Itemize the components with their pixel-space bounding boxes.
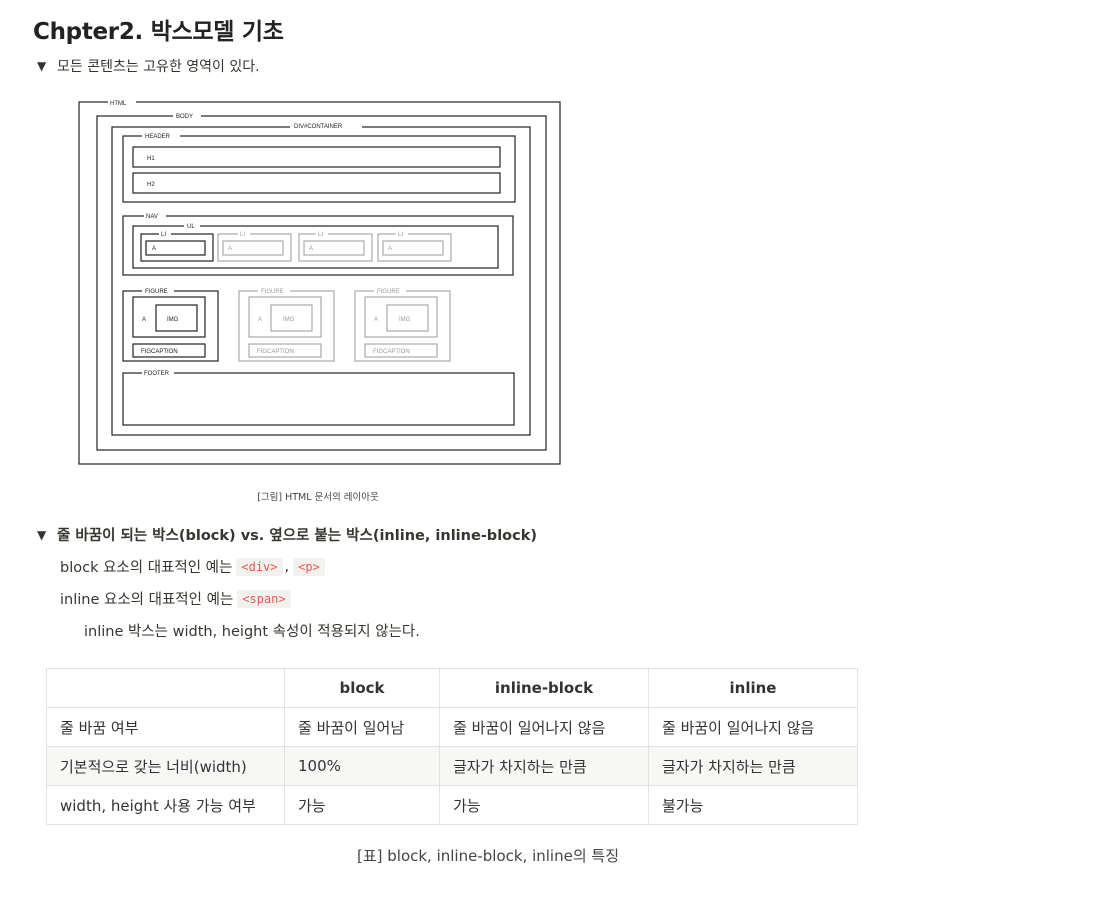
html-layout-diagram: HTML BODY DIV#CONTAINER HEADER H1 H2 NAV…	[78, 99, 561, 465]
block-example-text: block 요소의 대표적인 예는	[60, 560, 233, 576]
label-figcaption: FIGCAPTION	[141, 349, 178, 355]
label-figure: FIGURE	[145, 289, 168, 295]
inline-example-text: inline 요소의 대표적인 예는	[60, 592, 234, 608]
triangle-down-icon[interactable]: ▼	[37, 59, 57, 73]
table-cell: 기본적으로 갖는 너비(width)	[46, 746, 285, 786]
toggle-content-area[interactable]: ▼ 모든 콘텐츠는 고유한 영역이 있다.	[37, 56, 260, 76]
table-header-cell: inline-block	[439, 668, 649, 708]
label-header: HEADER	[145, 134, 171, 140]
label-img: IMG	[167, 317, 179, 323]
table-cell: 100%	[284, 746, 440, 786]
table-cell: 글자가 차지하는 만큼	[648, 746, 858, 786]
table-row: 기본적으로 갖는 너비(width) 100% 글자가 차지하는 만큼 글자가 …	[46, 746, 858, 786]
inline-note: inline 박스는 width, height 속성이 적용되지 않는다.	[84, 624, 420, 640]
inline-example-line: inline 요소의 대표적인 예는 <span>	[60, 588, 291, 609]
table-header-cell: block	[284, 668, 440, 708]
code-div: <div>	[236, 557, 283, 576]
page-title: Chpter2. 박스모델 기초	[33, 19, 284, 45]
toggle-block-vs-inline[interactable]: ▼ 줄 바꿈이 되는 박스(block) vs. 옆으로 붙는 박스(inlin…	[37, 524, 537, 545]
diagram-caption: [그림] HTML 문서의 레이아웃	[257, 492, 379, 503]
table-cell: 줄 바꿈 여부	[46, 707, 285, 747]
comparison-table: block inline-block inline 줄 바꿈 여부 줄 바꿈이 …	[46, 668, 858, 825]
table-cell: 줄 바꿈이 일어나지 않음	[439, 707, 649, 747]
triangle-down-icon[interactable]: ▼	[37, 528, 57, 542]
table-cell: 줄 바꿈이 일어나지 않음	[648, 707, 858, 747]
table-header-cell	[46, 668, 285, 708]
label-ul: UL	[187, 224, 195, 230]
label-a: A	[142, 317, 146, 323]
label-figure: FIGURE	[377, 289, 400, 295]
label-figcaption: FIGCAPTION	[257, 349, 294, 355]
table-caption: [표] block, inline-block, inline의 특징	[356, 847, 619, 865]
toggle-label: 모든 콘텐츠는 고유한 영역이 있다.	[57, 59, 260, 75]
table-row: 줄 바꿈 여부 줄 바꿈이 일어남 줄 바꿈이 일어나지 않음 줄 바꿈이 일어…	[46, 707, 858, 747]
label-li: LI	[398, 232, 403, 238]
toggle-label: 줄 바꿈이 되는 박스(block) vs. 옆으로 붙는 박스(inline,…	[57, 528, 537, 544]
table-cell: 불가능	[648, 785, 858, 825]
label-a: A	[374, 317, 378, 323]
table-cell: width, height 사용 가능 여부	[46, 785, 285, 825]
table-header-cell: inline	[648, 668, 858, 708]
label-img: IMG	[399, 317, 411, 323]
label-a: A	[258, 317, 262, 323]
label-figcaption: FIGCAPTION	[373, 349, 410, 355]
block-example-line: block 요소의 대표적인 예는 <div>, <p>	[60, 556, 325, 577]
label-a: A	[152, 246, 156, 252]
table-cell: 글자가 차지하는 만큼	[439, 746, 649, 786]
label-h1: H1	[147, 156, 155, 162]
label-h2: H2	[147, 182, 155, 188]
label-footer: FOOTER	[144, 371, 170, 377]
label-body: BODY	[176, 114, 193, 120]
label-li: LI	[240, 232, 245, 238]
code-span: <span>	[237, 589, 291, 608]
label-li: LI	[318, 232, 323, 238]
label-img: IMG	[283, 317, 295, 323]
label-container: DIV#CONTAINER	[294, 124, 343, 130]
label-a: A	[228, 246, 232, 252]
table-cell: 가능	[284, 785, 440, 825]
label-nav: NAV	[146, 214, 158, 220]
label-figure: FIGURE	[261, 289, 284, 295]
table-cell: 가능	[439, 785, 649, 825]
label-html: HTML	[110, 101, 127, 107]
code-p: <p>	[293, 557, 325, 576]
label-a: A	[309, 246, 313, 252]
table-cell: 줄 바꿈이 일어남	[284, 707, 440, 747]
table-row: width, height 사용 가능 여부 가능 가능 불가능	[46, 785, 858, 825]
table-header-row: block inline-block inline	[46, 668, 858, 708]
label-a: A	[388, 246, 392, 252]
label-li: LI	[161, 232, 166, 238]
